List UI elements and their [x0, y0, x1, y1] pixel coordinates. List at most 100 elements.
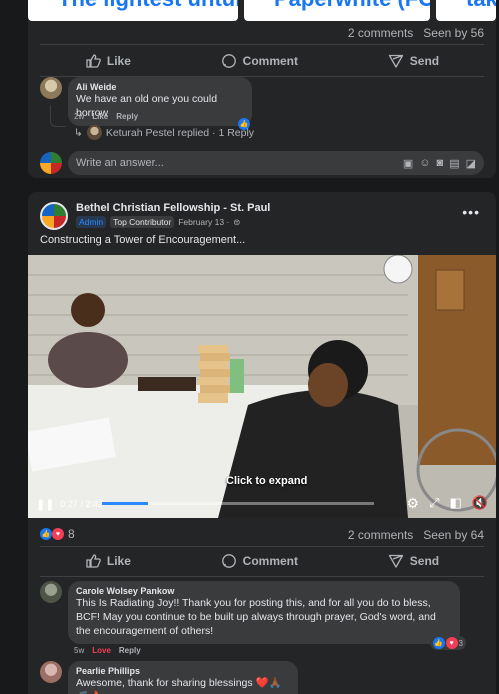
comment: Carole Wolsey Pankow This Is Radiating J… [40, 581, 466, 650]
gif-icon[interactable]: ▤ [449, 157, 459, 170]
write-answer-row: Write an answer... ▣ ☺ ◙ ▤ ◪ [40, 151, 484, 175]
post-date[interactable]: February 13 · [178, 217, 229, 227]
like-reaction-icon: 👍 [432, 637, 445, 649]
link-preview-title: tak [466, 0, 496, 11]
left-sidebar-strip [0, 0, 22, 694]
link-preview-row: The lightest untuk Paperwhite (FOM tak [28, 0, 496, 21]
post-card: Bethel Christian Fellowship - St. Paul A… [28, 192, 496, 694]
pause-icon[interactable]: ❚❚ [36, 498, 54, 511]
reaction-summary[interactable]: 👍 ♥ 8 [40, 527, 75, 541]
comment-text: This Is Radiating Joy!! Thank you for po… [76, 597, 436, 637]
avatar[interactable] [40, 77, 62, 99]
link-preview-1[interactable]: The lightest untuk [28, 0, 238, 21]
link-preview-title: The lightest untuk [58, 0, 238, 11]
like-reaction-icon: 👍 [40, 528, 52, 540]
picture-in-picture-icon[interactable]: ◧ [450, 495, 462, 512]
send-label: Send [409, 54, 440, 68]
send-button[interactable]: Send [388, 53, 439, 69]
top-contributor-badge: Top Contributor [110, 216, 175, 228]
comment: Pearlie Phillips Awesome, thank for shar… [40, 661, 298, 694]
avatar[interactable] [40, 581, 62, 603]
comment-time[interactable]: 2w [74, 112, 84, 121]
link-preview-2[interactable]: Paperwhite (FOM [244, 0, 430, 21]
comment-reply-link[interactable]: Reply [119, 646, 141, 655]
click-to-expand-label[interactable]: Click to expand [226, 475, 307, 487]
video-time: 0:27 / 2:42 [60, 499, 103, 509]
comment-love-link[interactable]: Love [92, 646, 111, 655]
like-button[interactable]: Like [85, 53, 131, 69]
comment-reply-link[interactable]: Reply [116, 112, 138, 121]
avatar[interactable] [40, 661, 62, 683]
comment-reaction-count: 3 [458, 638, 463, 648]
thumbs-up-icon [86, 54, 101, 68]
avatar-sticker-icon[interactable]: ◪ [466, 157, 476, 170]
comment-text: Awesome, thank for sharing blessings ❤️🙏… [76, 677, 282, 694]
write-answer-input[interactable]: Write an answer... ▣ ☺ ◙ ▤ ◪ [68, 151, 484, 175]
settings-gear-icon[interactable]: ⚙ [407, 495, 420, 512]
admin-badge: Admin [76, 216, 107, 228]
emoji-icon[interactable]: ☺ [419, 157, 430, 170]
link-preview-title: Paperwhite (FOM [274, 0, 430, 11]
comment-reactions[interactable]: 👍 ♥ 3 [429, 636, 466, 650]
video-progress-fill [102, 502, 149, 505]
avatar[interactable] [40, 152, 62, 174]
love-reaction-icon: ♥ [52, 528, 64, 540]
post-stats: 2 comments Seen by 64 [348, 528, 484, 542]
seen-by[interactable]: Seen by 56 [423, 26, 484, 40]
like-button[interactable]: Like [85, 553, 131, 569]
like-label: Like [106, 554, 131, 568]
sticker-icon[interactable]: ▣ [403, 157, 413, 170]
volume-mute-icon[interactable]: 🔇 [472, 495, 488, 512]
fullscreen-icon[interactable]: ⤢ [429, 495, 439, 512]
divider [40, 44, 484, 45]
group-name[interactable]: Bethel Christian Fellowship - St. Paul [76, 202, 270, 214]
comment-time[interactable]: 5w [74, 646, 84, 655]
camera-icon[interactable]: ◙ [437, 157, 444, 170]
post-stats: 2 comments Seen by 56 [348, 26, 484, 40]
seen-by[interactable]: Seen by 64 [423, 528, 484, 542]
send-label: Send [409, 554, 440, 568]
more-options-icon[interactable]: ••• [462, 204, 480, 220]
reply-summary-text: Keturah Pestel replied · 1 Reply [105, 126, 255, 139]
author-badges: Admin Top Contributor February 13 · ⊜ [76, 216, 270, 228]
comment-like-link[interactable]: Like [92, 112, 108, 121]
comment-meta: 5w Love Reply [74, 646, 141, 655]
post-text: Constructing a Tower of Encouragement... [40, 234, 246, 246]
video-progress-track[interactable] [102, 502, 374, 505]
post-actions: Like Comment Send [40, 546, 484, 576]
love-reaction-icon: ♥ [445, 637, 458, 649]
reply-arrow-icon: ↳ [74, 126, 83, 139]
send-icon [388, 54, 403, 68]
send-button[interactable]: Send [388, 553, 439, 569]
write-answer-placeholder: Write an answer... [76, 157, 164, 169]
comment-icon [221, 554, 236, 568]
comments-count[interactable]: 2 comments [348, 528, 413, 542]
comment-button[interactable]: Comment [221, 553, 298, 569]
like-label: Like [106, 54, 131, 68]
link-preview-3[interactable]: tak [436, 0, 496, 21]
comment-button[interactable]: Comment [221, 53, 298, 69]
comment-bubble: Carole Wolsey Pankow This Is Radiating J… [68, 581, 466, 650]
comment-label: Comment [242, 54, 298, 68]
comment-author[interactable]: Pearlie Phillips [76, 666, 290, 676]
comment-meta: 2w Like Reply [74, 112, 138, 121]
comment-icon [221, 54, 236, 68]
comment-bubble: Pearlie Phillips Awesome, thank for shar… [68, 661, 298, 694]
group-avatar[interactable] [40, 202, 68, 230]
video-control-icons: ⚙ ⤢ ◧ 🔇 [407, 495, 488, 512]
previous-post-card: The lightest untuk Paperwhite (FOM tak 2… [28, 0, 496, 178]
reply-summary[interactable]: ↳ Keturah Pestel replied · 1 Reply [74, 125, 254, 140]
reply-thread-line [50, 105, 66, 127]
send-icon [388, 554, 403, 568]
comment: Ali Weide We have an old one you could b… [40, 77, 252, 130]
post-actions: Like Comment Send [40, 46, 484, 76]
audience-icon: ⊜ [233, 216, 241, 227]
comment-label: Comment [242, 554, 298, 568]
avatar [86, 125, 102, 140]
video-player[interactable]: Click to expand ❚❚ 0:27 / 2:42 ⚙ ⤢ ◧ 🔇 [28, 255, 496, 518]
comment-author[interactable]: Carole Wolsey Pankow [76, 586, 452, 596]
comment-author[interactable]: Ali Weide [76, 82, 244, 92]
comments-count[interactable]: 2 comments [348, 26, 413, 40]
divider [40, 576, 484, 577]
post-header: Bethel Christian Fellowship - St. Paul A… [40, 202, 270, 230]
